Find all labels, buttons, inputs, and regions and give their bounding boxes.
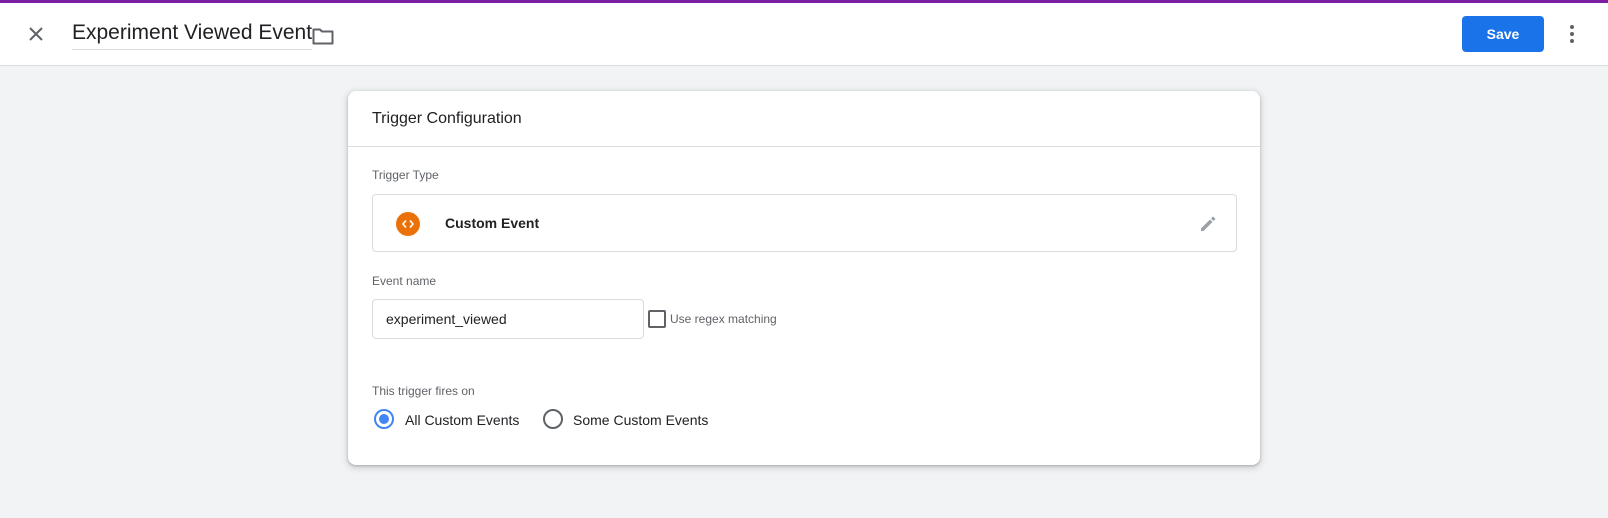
more-options-button[interactable] [1560, 20, 1584, 48]
radio-all-custom-events-label[interactable]: All Custom Events [405, 412, 519, 428]
radio-some-custom-events[interactable] [543, 409, 563, 429]
card-title: Trigger Configuration [348, 91, 1260, 147]
folder-button[interactable] [311, 24, 335, 48]
event-name-label: Event name [372, 274, 437, 288]
use-regex-label[interactable]: Use regex matching [670, 312, 777, 326]
close-button[interactable] [22, 20, 50, 48]
trigger-type-selector[interactable]: Custom Event [372, 194, 1237, 252]
folder-icon [312, 28, 334, 45]
trigger-type-name: Custom Event [445, 215, 540, 231]
code-icon [396, 212, 420, 236]
more-vert-icon [1570, 25, 1574, 43]
use-regex-checkbox[interactable] [648, 310, 666, 328]
radio-all-custom-events[interactable] [374, 409, 394, 429]
close-icon [29, 27, 43, 41]
save-button[interactable]: Save [1462, 16, 1544, 52]
trigger-name-title[interactable]: Experiment Viewed Event [72, 21, 313, 50]
fires-on-label: This trigger fires on [372, 384, 475, 398]
top-app-bar: Experiment Viewed Event Save [0, 3, 1608, 66]
trigger-configuration-card: Trigger Configuration Trigger Type Custo… [348, 91, 1260, 465]
event-name-input[interactable] [372, 299, 644, 339]
edit-trigger-type-button[interactable] [1196, 212, 1220, 236]
pencil-icon [1201, 216, 1216, 231]
radio-some-custom-events-label[interactable]: Some Custom Events [573, 412, 708, 428]
trigger-type-label: Trigger Type [372, 168, 439, 182]
